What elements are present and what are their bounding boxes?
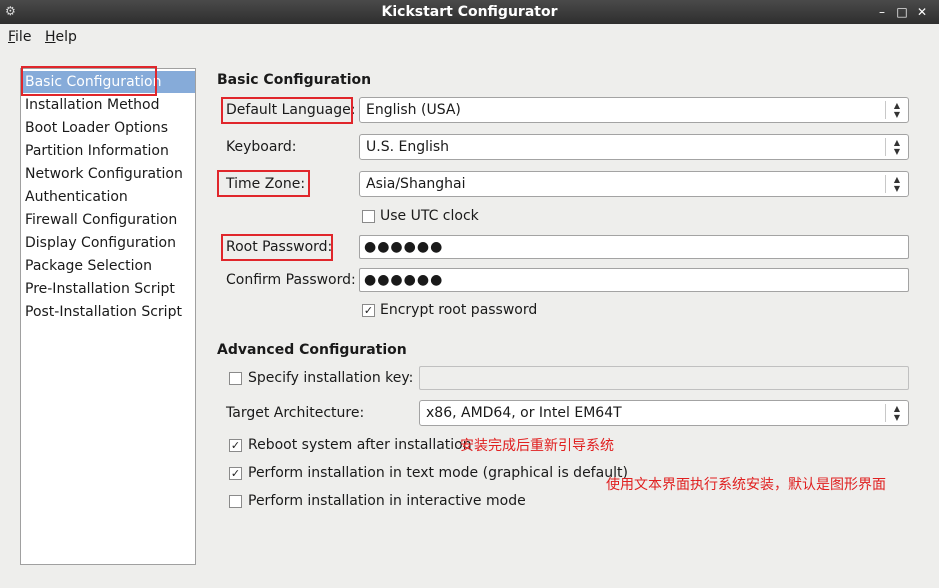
basic-section-title: Basic Configuration bbox=[217, 72, 372, 88]
target-architecture-label: Target Architecture: bbox=[226, 405, 365, 421]
highlight-box-language bbox=[221, 97, 353, 124]
sidebar-item-display-configuration[interactable]: Display Configuration bbox=[25, 232, 176, 254]
confirm-password-label: Confirm Password: bbox=[226, 272, 356, 288]
reboot-annotation: 安装完成后重新引导系统 bbox=[460, 438, 614, 454]
sidebar-item-network-configuration[interactable]: Network Configuration bbox=[25, 163, 183, 185]
time-zone-value: Asia/Shanghai bbox=[366, 176, 466, 192]
sidebar: Basic Configuration Installation Method … bbox=[20, 68, 196, 565]
combo-separator bbox=[885, 138, 886, 156]
sidebar-item-installation-method[interactable]: Installation Method bbox=[25, 94, 160, 116]
combo-separator bbox=[885, 101, 886, 119]
highlight-box-root-password bbox=[221, 234, 333, 261]
encrypt-password-checkbox[interactable]: ✓ bbox=[362, 304, 375, 317]
installation-key-field[interactable] bbox=[419, 366, 909, 390]
advanced-section-title: Advanced Configuration bbox=[217, 342, 407, 358]
time-zone-select[interactable]: Asia/Shanghai ▲ ▼ bbox=[359, 171, 909, 197]
menu-file-mnemonic: F bbox=[8, 29, 16, 45]
sidebar-item-boot-loader-options[interactable]: Boot Loader Options bbox=[25, 117, 168, 139]
highlight-box-sidebar bbox=[21, 66, 157, 96]
chevron-updown-icon: ▲ ▼ bbox=[893, 101, 901, 119]
close-icon[interactable]: ✕ bbox=[913, 3, 931, 21]
keyboard-label: Keyboard: bbox=[226, 139, 297, 155]
confirm-password-value: ●●●●●● bbox=[364, 272, 444, 288]
sidebar-item-pre-installation-script[interactable]: Pre-Installation Script bbox=[25, 278, 175, 300]
installation-key-label: Specify installation key: bbox=[248, 370, 414, 386]
encrypt-password-label: Encrypt root password bbox=[380, 302, 538, 318]
highlight-box-timezone bbox=[217, 170, 310, 197]
menu-file-label: ile bbox=[15, 29, 32, 45]
menu-bar: File Help bbox=[0, 24, 939, 50]
text-mode-label: Perform installation in text mode (graph… bbox=[248, 465, 628, 481]
confirm-password-field[interactable]: ●●●●●● bbox=[359, 268, 909, 292]
text-mode-annotation: 使用文本界面执行系统安装，默认是图形界面 bbox=[606, 477, 886, 493]
menu-help-mnemonic: H bbox=[45, 29, 56, 45]
menu-file[interactable]: File bbox=[8, 29, 31, 45]
interactive-mode-label: Perform installation in interactive mode bbox=[248, 493, 526, 509]
utc-clock-checkbox[interactable] bbox=[362, 210, 375, 223]
title-bar: ⚙ Kickstart Configurator – □ ✕ bbox=[0, 0, 939, 24]
window-title: Kickstart Configurator bbox=[381, 4, 558, 20]
interactive-mode-checkbox[interactable] bbox=[229, 495, 242, 508]
sidebar-item-partition-information[interactable]: Partition Information bbox=[25, 140, 169, 162]
menu-help[interactable]: Help bbox=[45, 29, 77, 45]
reboot-checkbox[interactable]: ✓ bbox=[229, 439, 242, 452]
chevron-updown-icon: ▲ ▼ bbox=[893, 175, 901, 193]
sidebar-item-authentication[interactable]: Authentication bbox=[25, 186, 128, 208]
keyboard-select[interactable]: U.S. English ▲ ▼ bbox=[359, 134, 909, 160]
chevron-updown-icon: ▲ ▼ bbox=[893, 404, 901, 422]
default-language-value: English (USA) bbox=[366, 102, 461, 118]
combo-separator bbox=[885, 175, 886, 193]
reboot-label: Reboot system after installation bbox=[248, 437, 472, 453]
target-architecture-value: x86, AMD64, or Intel EM64T bbox=[426, 405, 622, 421]
sidebar-item-firewall-configuration[interactable]: Firewall Configuration bbox=[25, 209, 177, 231]
utc-clock-label: Use UTC clock bbox=[380, 208, 479, 224]
sidebar-item-post-installation-script[interactable]: Post-Installation Script bbox=[25, 301, 182, 323]
target-architecture-select[interactable]: x86, AMD64, or Intel EM64T ▲ ▼ bbox=[419, 400, 909, 426]
text-mode-checkbox[interactable]: ✓ bbox=[229, 467, 242, 480]
chevron-updown-icon: ▲ ▼ bbox=[893, 138, 901, 156]
installation-key-checkbox[interactable] bbox=[229, 372, 242, 385]
default-language-select[interactable]: English (USA) ▲ ▼ bbox=[359, 97, 909, 123]
combo-separator bbox=[885, 404, 886, 422]
sidebar-item-package-selection[interactable]: Package Selection bbox=[25, 255, 152, 277]
minimize-icon[interactable]: – bbox=[873, 3, 891, 21]
keyboard-value: U.S. English bbox=[366, 139, 450, 155]
menu-help-label: elp bbox=[55, 29, 77, 45]
maximize-icon[interactable]: □ bbox=[893, 3, 911, 21]
root-password-value: ●●●●●● bbox=[364, 239, 444, 255]
root-password-field[interactable]: ●●●●●● bbox=[359, 235, 909, 259]
